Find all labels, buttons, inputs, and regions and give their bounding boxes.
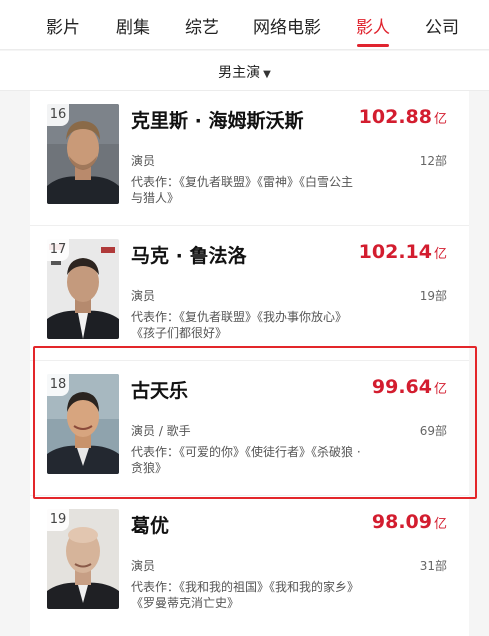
box-office-number: 98.09 xyxy=(371,511,432,533)
actor-ranking-list: 16 克里斯 · 海姆斯沃斯 102.88 亿 演员 12部 代表作：《复仇者联盟… xyxy=(30,91,469,636)
representative-works: 代表作：《可爱的你》《使徒行者》《杀破狼 · 贪狼》 xyxy=(131,445,361,475)
category-tab-bar: 影片 剧集 综艺 网络电影 影人 公司 xyxy=(0,0,489,50)
film-count: 19部 xyxy=(419,289,447,303)
actor-card[interactable]: 17 马克 · 鲁法洛 102.14 亿 演员 19部 代表作：《复仇者联盟》《我… xyxy=(30,226,469,361)
role-filter-label: 男主演 xyxy=(218,65,261,81)
actor-name: 葛优 xyxy=(131,515,170,537)
rank-badge: 19 xyxy=(47,509,69,531)
film-count: 69部 xyxy=(419,424,447,438)
actor-card[interactable]: 16 克里斯 · 海姆斯沃斯 102.88 亿 演员 12部 代表作：《复仇者联盟… xyxy=(30,91,469,226)
actor-card[interactable]: 19 葛优 98.09 亿 演员 31部 代表作：《我和我的祖国》《我和我的家乡》… xyxy=(30,496,469,631)
box-office-number: 102.88 xyxy=(358,106,432,128)
rank-badge: 17 xyxy=(47,239,69,261)
rank-badge: 18 xyxy=(47,374,69,396)
actor-role: 演员 xyxy=(131,559,156,573)
box-office-unit: 亿 xyxy=(433,382,447,397)
box-office-value: 102.14 亿 xyxy=(359,241,447,263)
role-filter-dropdown[interactable]: 男主演 ▼ xyxy=(0,62,489,82)
actor-role: 演员 / 歌手 xyxy=(131,424,191,438)
box-office-unit: 亿 xyxy=(433,112,447,127)
tab-films[interactable]: 影片 xyxy=(46,13,80,38)
actor-card[interactable]: 18 古天乐 99.64 亿 演员 / 歌手 69部 代表作：《可爱的你》《使徒行… xyxy=(30,361,469,496)
actor-name: 古天乐 xyxy=(131,380,189,402)
film-count: 12部 xyxy=(419,154,447,168)
tab-series[interactable]: 剧集 xyxy=(116,13,150,38)
box-office-unit: 亿 xyxy=(433,247,447,262)
box-office-number: 102.14 xyxy=(358,241,432,263)
rank-badge: 16 xyxy=(47,104,69,126)
representative-works: 代表作：《复仇者联盟》《我办事你放心》《孩子们都很好》 xyxy=(131,310,348,340)
representative-works: 代表作：《复仇者联盟》《雷神》《白雪公主与猎人》 xyxy=(131,175,354,205)
representative-works: 代表作：《我和我的祖国》《我和我的家乡》《罗曼蒂克消亡史》 xyxy=(131,580,360,610)
filter-bar: 男主演 ▼ xyxy=(0,51,489,91)
actor-role: 演员 xyxy=(131,154,156,168)
box-office-number: 99.64 xyxy=(371,376,432,398)
actor-role: 演员 xyxy=(131,289,156,303)
box-office-value: 99.64 亿 xyxy=(372,376,447,398)
dropdown-triangle-icon: ▼ xyxy=(263,69,271,80)
tab-variety[interactable]: 综艺 xyxy=(185,13,219,38)
box-office-value: 102.88 亿 xyxy=(359,106,447,128)
tab-companies[interactable]: 公司 xyxy=(425,13,459,38)
box-office-unit: 亿 xyxy=(433,517,447,532)
tab-web-movies[interactable]: 网络电影 xyxy=(253,13,321,38)
actor-name: 马克 · 鲁法洛 xyxy=(131,245,247,267)
box-office-value: 98.09 亿 xyxy=(372,511,447,533)
active-tab-indicator xyxy=(357,44,389,47)
tab-people[interactable]: 影人 xyxy=(356,13,390,38)
actor-name: 克里斯 · 海姆斯沃斯 xyxy=(131,110,304,132)
film-count: 31部 xyxy=(419,559,447,573)
